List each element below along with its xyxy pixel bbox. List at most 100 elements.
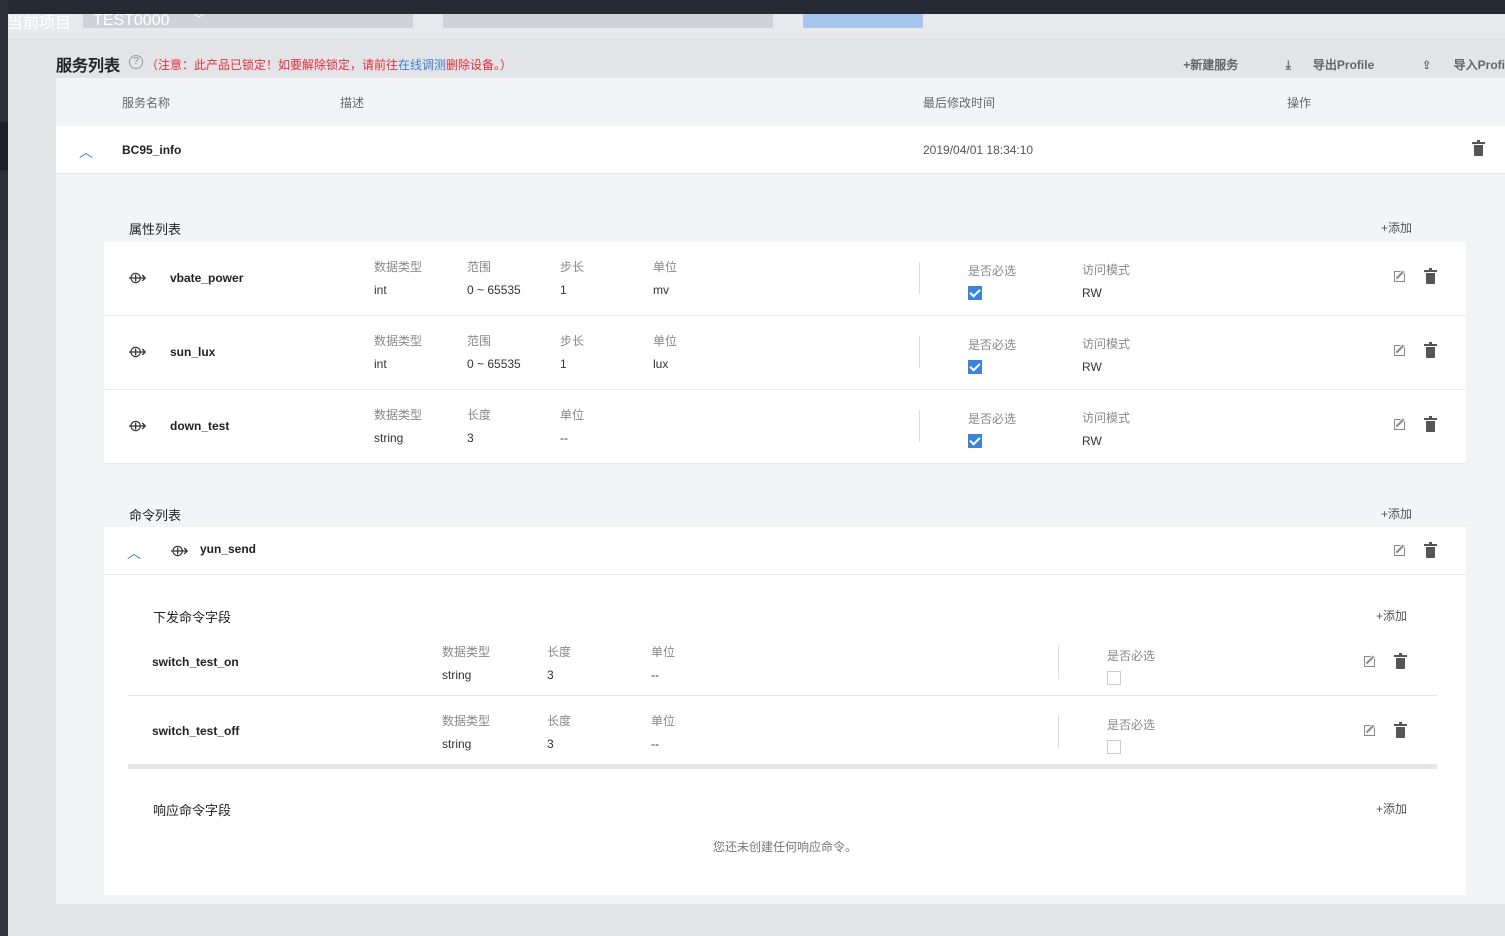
list-item: ⟴ down_test 数据类型 string 长度 3 单位 -- 是否必选 访问模…: [104, 390, 1466, 464]
property-name: sun_lux: [170, 345, 216, 359]
required-field: 是否必选: [968, 262, 1016, 300]
section-divider: [128, 764, 1437, 769]
command-name: yun_send: [200, 542, 257, 556]
services-header: 服务列表 ? （注意：此产品已锁定！如要解除锁定，请前往在线调测删除设备。） +…: [56, 38, 1505, 78]
page: 当前项目 TEST0000 ﹀ 服务列表 ? （注意：此产品已锁定！如要解除锁定…: [7, 14, 1505, 936]
delete-icon[interactable]: [1424, 542, 1437, 558]
field-datatype: 数据类型 string: [374, 408, 423, 445]
divider: [1058, 645, 1059, 679]
service-name: BC95_info: [122, 143, 182, 157]
field-datatype: 数据类型 int: [374, 334, 423, 371]
header-actions: +新建服务 ⤓ 导出Profile ⇪ 导入Profi: [1161, 56, 1505, 73]
field-unit: 单位 --: [560, 408, 585, 445]
divider: [1058, 714, 1059, 748]
import-profile-button[interactable]: ⇪ 导入Profi: [1400, 58, 1505, 72]
field-unit: 单位 lux: [653, 334, 678, 371]
access-mode: 访问模式 RW: [1082, 263, 1131, 300]
field-name: switch_test_off: [152, 724, 240, 738]
field-unit: 单位 --: [651, 714, 676, 751]
project-selected: TEST0000: [93, 14, 170, 28]
lock-notice: （注意：此产品已锁定！如要解除锁定，请前往在线调测删除设备。）: [146, 56, 512, 73]
add-response-field-button[interactable]: +添加: [1376, 800, 1407, 817]
field-datatype: 数据类型 string: [442, 714, 491, 751]
page-title: 服务列表: [56, 58, 121, 75]
field-unit: 单位 --: [651, 645, 676, 682]
new-service-button[interactable]: +新建服务: [1183, 58, 1238, 72]
field-length: 长度 3: [547, 645, 572, 682]
chevron-up-icon[interactable]: ︿: [127, 543, 141, 563]
list-item: switch_test_off 数据类型 string 长度 3 单位 -- 是否必选: [128, 696, 1437, 765]
field-name: switch_test_on: [152, 655, 239, 669]
field-length: 长度 3: [467, 408, 492, 445]
chevron-down-icon: ﹀: [193, 14, 206, 26]
upload-icon: ⇪: [1421, 58, 1432, 72]
left-strip: [0, 0, 8, 936]
lock-notice-suffix: 删除设备。）: [446, 58, 513, 72]
field-range: 范围 0 ~ 65535: [467, 260, 521, 297]
delete-service-icon[interactable]: [1472, 140, 1485, 156]
edit-icon[interactable]: [1394, 345, 1405, 356]
divider: [919, 336, 920, 368]
edit-icon[interactable]: [1364, 656, 1375, 667]
chevron-up-icon[interactable]: ︿: [79, 142, 93, 162]
delete-icon[interactable]: [1394, 653, 1407, 669]
edit-icon[interactable]: [1364, 725, 1375, 736]
help-icon[interactable]: ?: [129, 55, 143, 69]
col-description: 描述: [340, 96, 365, 110]
import-profile-label: 导入Profi: [1453, 58, 1505, 72]
empty-response-message: 您还未创建任何响应命令。: [712, 840, 857, 854]
add-downlink-field-button[interactable]: +添加: [1376, 607, 1407, 624]
required-checkbox[interactable]: [968, 286, 982, 300]
required-checkbox[interactable]: [1107, 671, 1121, 685]
export-profile-button[interactable]: ⤓ 导出Profile: [1264, 58, 1375, 72]
property-name: vbate_power: [170, 271, 244, 285]
field-step: 步长 1: [560, 260, 585, 297]
downlink-fields-title: 下发命令字段: [153, 610, 232, 625]
download-icon: ⤓: [1285, 58, 1291, 72]
edit-icon[interactable]: [1394, 271, 1405, 282]
response-fields-title: 响应命令字段: [153, 803, 232, 818]
add-property-button[interactable]: +添加: [1381, 219, 1412, 236]
list-item: ⟴ sun_lux 数据类型 int 范围 0 ~ 65535 步长 1 单位 lux …: [104, 316, 1466, 390]
command-panel: ︿ ⟴ yun_send 下发命令字段 +添加 switch_test_on 数…: [104, 527, 1466, 895]
delete-icon[interactable]: [1424, 416, 1437, 432]
command-header[interactable]: ︿ ⟴ yun_send: [104, 527, 1466, 575]
col-modified: 最后修改时间: [923, 96, 996, 110]
service-table: 服务名称 描述 最后修改时间 操作 ︿ BC95_info 2019/04/01…: [56, 78, 1505, 904]
submit-button[interactable]: [803, 14, 923, 28]
online-debug-link[interactable]: 在线调测: [398, 58, 446, 72]
property-list: ⟴ vbate_power 数据类型 int 范围 0 ~ 65535 步长 1 单位…: [104, 242, 1466, 464]
delete-icon[interactable]: [1394, 722, 1407, 738]
col-service-name: 服务名称: [122, 96, 171, 110]
required-checkbox[interactable]: [968, 434, 982, 448]
divider: [919, 410, 920, 442]
field-unit: 单位 mv: [653, 260, 678, 297]
property-icon: ⟴: [128, 270, 147, 287]
property-list-title: 属性列表: [129, 222, 182, 237]
required-field: 是否必选: [1107, 647, 1155, 685]
required-field: 是否必选: [1107, 716, 1155, 754]
project-input[interactable]: [443, 14, 773, 28]
col-actions: 操作: [1287, 96, 1312, 110]
delete-icon[interactable]: [1424, 268, 1437, 284]
edit-icon[interactable]: [1394, 545, 1405, 556]
field-datatype: 数据类型 string: [442, 645, 491, 682]
required-checkbox[interactable]: [968, 360, 982, 374]
divider: [919, 262, 920, 294]
edit-icon[interactable]: [1394, 419, 1405, 430]
command-icon: ⟴: [170, 543, 189, 560]
delete-icon[interactable]: [1424, 342, 1437, 358]
required-field: 是否必选: [968, 410, 1016, 448]
table-header: 服务名称 描述 最后修改时间 操作: [56, 78, 1505, 126]
required-checkbox[interactable]: [1107, 740, 1121, 754]
list-item: switch_test_on 数据类型 string 长度 3 单位 -- 是否必选: [128, 627, 1437, 696]
access-mode: 访问模式 RW: [1082, 337, 1131, 374]
field-length: 长度 3: [547, 714, 572, 751]
project-select[interactable]: TEST0000 ﹀: [83, 14, 413, 28]
property-name: down_test: [170, 419, 230, 433]
add-command-button[interactable]: +添加: [1381, 505, 1412, 522]
command-list-title: 命令列表: [129, 508, 182, 523]
table-row[interactable]: ︿ BC95_info 2019/04/01 18:34:10: [56, 126, 1505, 174]
field-step: 步长 1: [560, 334, 585, 371]
field-datatype: 数据类型 int: [374, 260, 423, 297]
